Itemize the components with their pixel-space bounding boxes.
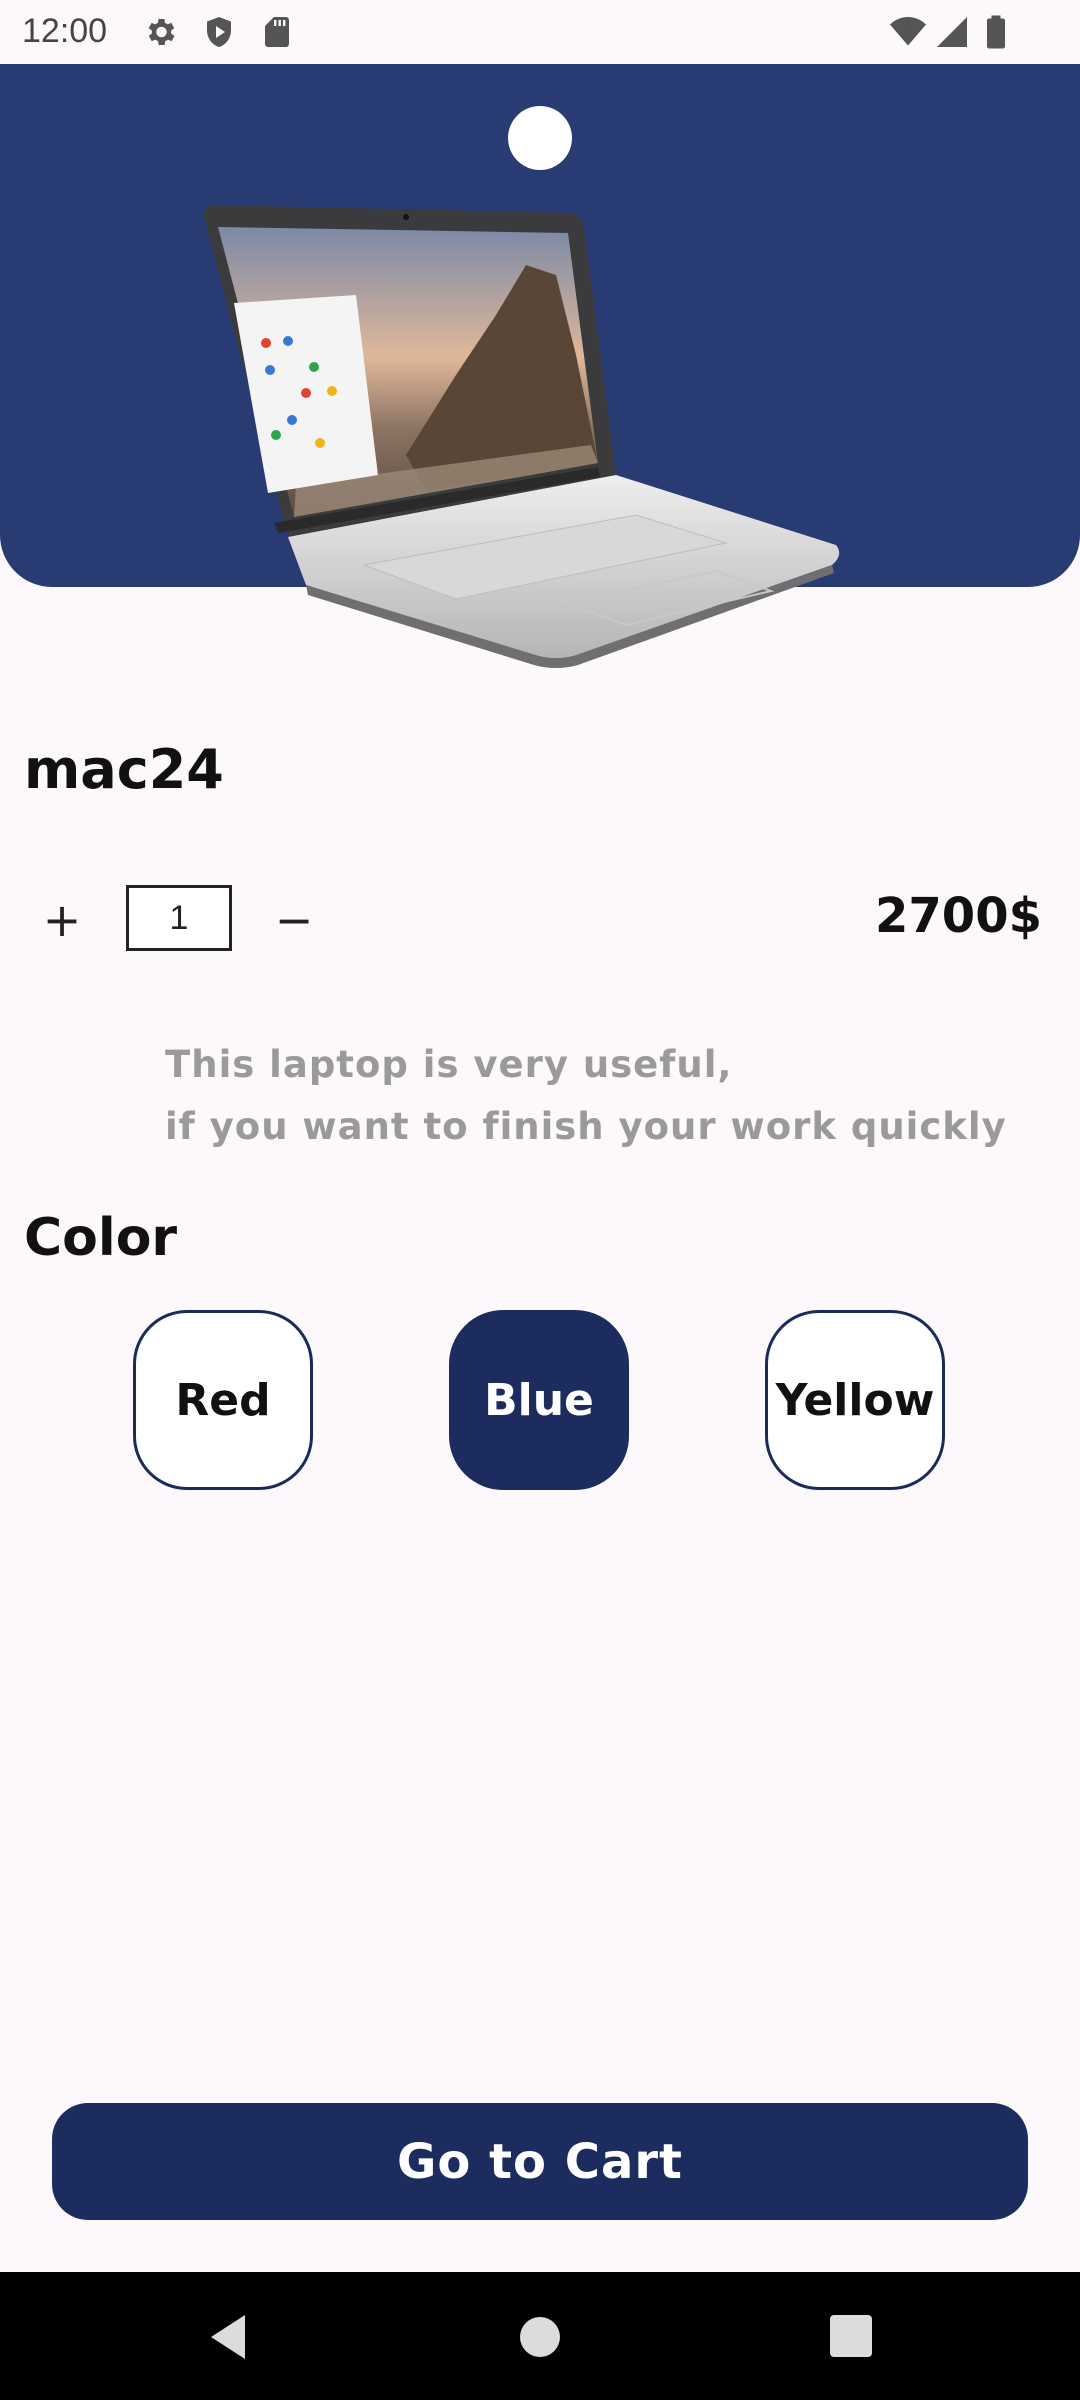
color-option-red[interactable]: Red — [133, 1310, 313, 1490]
gear-icon — [148, 18, 175, 46]
hero-indicator-dot — [508, 106, 572, 170]
color-section-title: Color — [24, 1208, 178, 1268]
product-description: This laptop is very useful, if you want … — [165, 1034, 1007, 1158]
quantity-value: 1 — [126, 885, 232, 951]
go-to-cart-button[interactable]: Go to Cart — [52, 2103, 1028, 2220]
home-icon[interactable] — [520, 2317, 560, 2357]
color-option-yellow[interactable]: Yellow — [765, 1310, 945, 1490]
laptop-image — [204, 205, 840, 668]
battery-icon — [987, 15, 1005, 49]
wifi-icon — [890, 17, 926, 46]
shield-icon — [207, 17, 231, 47]
description-line: if you want to finish your work quickly — [165, 1105, 1007, 1148]
product-name: mac24 — [24, 738, 224, 801]
status-bar: 12:00 — [0, 0, 1080, 64]
decrease-quantity-button[interactable]: − — [264, 890, 324, 950]
increase-quantity-button[interactable]: + — [32, 890, 92, 950]
system-navigation-bar — [0, 2272, 1080, 2400]
back-icon[interactable] — [205, 2312, 251, 2362]
cellular-signal-icon — [937, 17, 967, 47]
sd-card-icon — [265, 17, 289, 47]
status-time: 12:00 — [22, 12, 108, 50]
color-option-blue[interactable]: Blue — [449, 1310, 629, 1490]
recents-icon[interactable] — [830, 2315, 872, 2357]
description-line: This laptop is very useful, — [165, 1043, 733, 1086]
product-price: 2700$ — [875, 888, 1042, 944]
